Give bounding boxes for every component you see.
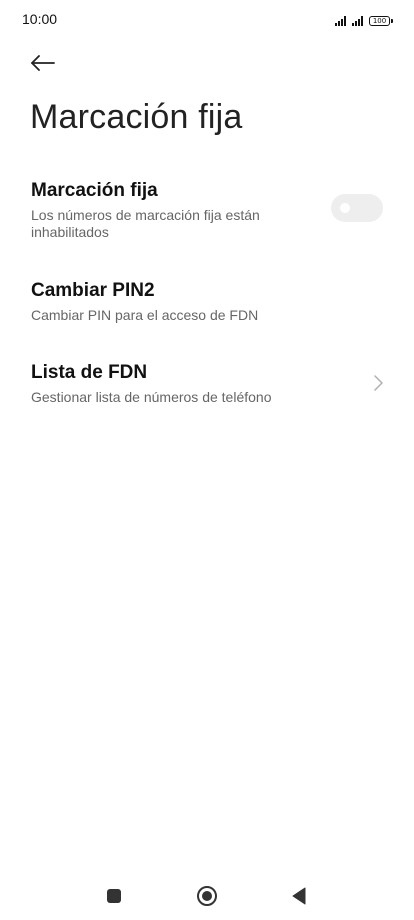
back-nav-button[interactable]	[283, 882, 315, 910]
back-arrow-icon	[31, 55, 55, 71]
page-title: Marcación fija	[30, 98, 243, 136]
navigation-bar	[0, 874, 414, 920]
back-button[interactable]	[28, 48, 58, 78]
setting-fdn-list-title: Lista de FDN	[31, 362, 148, 383]
setting-change-pin2-summary: Cambiar PIN para el acceso de FDN	[31, 307, 259, 323]
setting-fixed-dialing-title: Marcación fija	[31, 180, 158, 201]
setting-fixed-dialing-summary: Los números de marcación fija están inha…	[31, 207, 260, 240]
status-time: 10:00	[22, 11, 58, 27]
square-icon	[107, 889, 121, 903]
setting-fdn-list-summary: Gestionar lista de números de teléfono	[31, 389, 272, 405]
chevron-right-icon	[374, 375, 383, 391]
signal-icon-2	[352, 16, 363, 26]
circle-home-icon	[197, 886, 217, 906]
battery-icon: 100	[369, 16, 393, 26]
status-bar: 10:00 100	[0, 0, 414, 40]
setting-change-pin2-title: Cambiar PIN2	[31, 280, 155, 301]
triangle-back-icon	[292, 887, 306, 905]
fixed-dialing-toggle[interactable]	[331, 194, 383, 222]
toggle-knob	[340, 203, 350, 213]
recents-button[interactable]	[98, 882, 130, 910]
signal-icon	[335, 16, 346, 26]
status-icons: 100	[335, 12, 393, 26]
home-button[interactable]	[191, 882, 223, 910]
